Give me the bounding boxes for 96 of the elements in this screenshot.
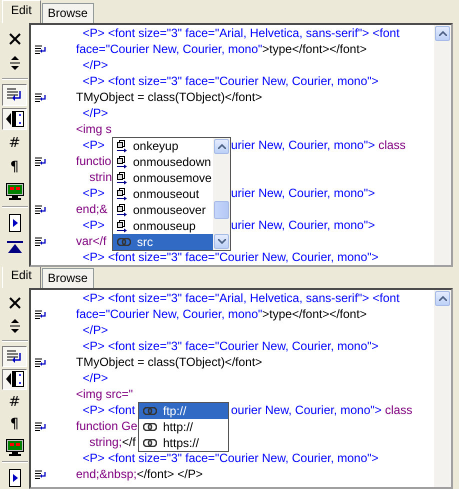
code-line: <img src=" <box>76 387 133 401</box>
wrapped-line-icon <box>35 470 47 478</box>
chevron-up-icon <box>438 31 446 36</box>
toolbar-button[interactable]: ¶ <box>2 156 27 178</box>
code-line: TMyObject = class(TObject)</font> <box>76 355 262 369</box>
code-line: urier New, Courier, mono"> <box>231 185 375 201</box>
monitor-icon <box>6 182 24 200</box>
event-icon <box>117 156 127 168</box>
code-line: end;&nbsp;</font> </P> <box>76 467 203 481</box>
code-line: <P> <font size="3" face="Courier New, Courier, mono"> <box>82 74 379 88</box>
scrollbar-thumb[interactable] <box>214 201 229 219</box>
chevron-down-icon <box>218 239 226 244</box>
scroll-up-button[interactable] <box>435 26 450 41</box>
split-arrows-icon <box>8 318 20 333</box>
wrapped-line-icon <box>35 92 47 102</box>
code-line: functio <box>76 154 112 168</box>
code-line: <P> <box>82 186 105 200</box>
link-icon <box>143 407 157 415</box>
gutter-toggle-icon <box>4 370 24 388</box>
gutter-toggle-icon <box>4 110 24 128</box>
toolbar-button[interactable]: # <box>2 392 27 412</box>
code-line: string;</f <box>88 435 136 449</box>
play-icon <box>8 468 20 487</box>
toolbar-button[interactable] <box>2 346 27 367</box>
wrapped-line-icon <box>35 44 47 54</box>
autocomplete-item[interactable]: onmouseup <box>113 218 213 234</box>
code-editor[interactable] <box>29 288 453 489</box>
code-line: <P> <font size="3" face="Courier New, Courier, mono"> <box>82 250 379 264</box>
close-icon <box>8 297 20 310</box>
toolbar-button[interactable]: ¶ <box>2 414 27 435</box>
autocomplete-item[interactable]: http:// <box>139 419 228 435</box>
link-icon <box>117 238 131 246</box>
code-line: end;& <box>76 202 108 216</box>
scroll-up-button[interactable] <box>435 291 450 306</box>
autocomplete-item[interactable]: onmousedown <box>113 154 213 170</box>
code-line: TMyObject = class(TObject)</font> <box>76 90 262 104</box>
code-line: face="Courier New, Courier, mono">type</font></font> <box>76 307 367 321</box>
close-icon <box>8 33 20 45</box>
event-icon <box>117 188 127 200</box>
wrapped-line-icon <box>35 236 47 246</box>
tab[interactable]: Edit <box>2 0 41 23</box>
scroll-up-button[interactable] <box>214 139 229 154</box>
split-arrows-icon <box>8 56 20 70</box>
chevron-up-icon <box>218 144 226 149</box>
wrapped-line-icon <box>35 358 47 366</box>
monitor-icon <box>6 438 24 456</box>
autocomplete-item[interactable]: onmouseout <box>113 186 213 202</box>
autocomplete-item[interactable]: onkeyup <box>113 138 213 154</box>
code-line: <P> <box>82 218 105 232</box>
code-line: </P> <box>82 371 108 385</box>
event-icon <box>117 140 127 152</box>
code-line: <P> <font <box>82 403 136 417</box>
code-line: function Ge <box>76 419 138 433</box>
code-line: face="Courier New, Courier, mono">type</font></font> <box>76 42 367 56</box>
event-icon <box>117 204 127 216</box>
code-line: <P> <box>82 138 105 152</box>
go-to-top-icon <box>6 241 22 253</box>
code-line: </P> <box>82 106 108 120</box>
link-icon <box>143 439 157 447</box>
link-icon <box>143 423 157 431</box>
code-line: <img s <box>76 122 112 136</box>
tab[interactable]: Edit <box>2 267 41 288</box>
tab[interactable]: Browse <box>42 3 94 23</box>
play-icon <box>8 214 20 232</box>
wrapped-line-icon <box>35 156 47 166</box>
code-line: </P> <box>82 323 108 337</box>
word-wrap-icon <box>6 88 24 102</box>
chevron-up-icon <box>438 296 446 301</box>
scroll-down-button[interactable] <box>214 234 229 249</box>
tab[interactable]: Browse <box>42 268 94 288</box>
code-line: strin <box>88 170 112 184</box>
code-line: </P> <box>82 58 108 72</box>
code-line: urier New, Courier, mono"> class <box>231 137 406 153</box>
word-wrap-icon <box>6 350 24 364</box>
code-line: <P> <font size="3" face="Courier New, Courier, mono"> <box>82 451 379 465</box>
toolbar-button[interactable] <box>2 368 27 390</box>
toolbar-button[interactable] <box>2 108 27 130</box>
code-line: var</f <box>76 234 106 248</box>
code-line: <P> <font size="3" face="Arial, Helvetica, sans-serif"> <font <box>82 26 400 40</box>
toolbar-button[interactable]: # <box>2 132 27 154</box>
autocomplete-item[interactable]: onmouseover <box>113 202 213 218</box>
wrapped-line-icon <box>35 204 47 214</box>
autocomplete-item[interactable]: onmousemove <box>113 170 213 186</box>
code-line: ourier New, Courier, mono"> class <box>231 402 412 418</box>
code-line: <P> <font size="3" face="Courier New, Courier, mono"> <box>82 339 379 353</box>
wrapped-line-icon <box>35 422 47 430</box>
autocomplete-item[interactable]: https:// <box>139 435 228 451</box>
event-icon <box>117 220 127 232</box>
code-editor[interactable] <box>29 23 453 267</box>
autocomplete-item[interactable]: ftp:// <box>139 403 228 419</box>
code-line: urier New, Courier, mono"> <box>231 217 375 233</box>
wrapped-line-icon <box>35 310 47 318</box>
autocomplete-item[interactable]: src <box>113 234 213 250</box>
code-line: <P> <font size="3" face="Arial, Helvetica, sans-serif"> <font <box>82 291 400 305</box>
event-icon <box>117 172 127 184</box>
toolbar-button[interactable] <box>2 84 27 106</box>
